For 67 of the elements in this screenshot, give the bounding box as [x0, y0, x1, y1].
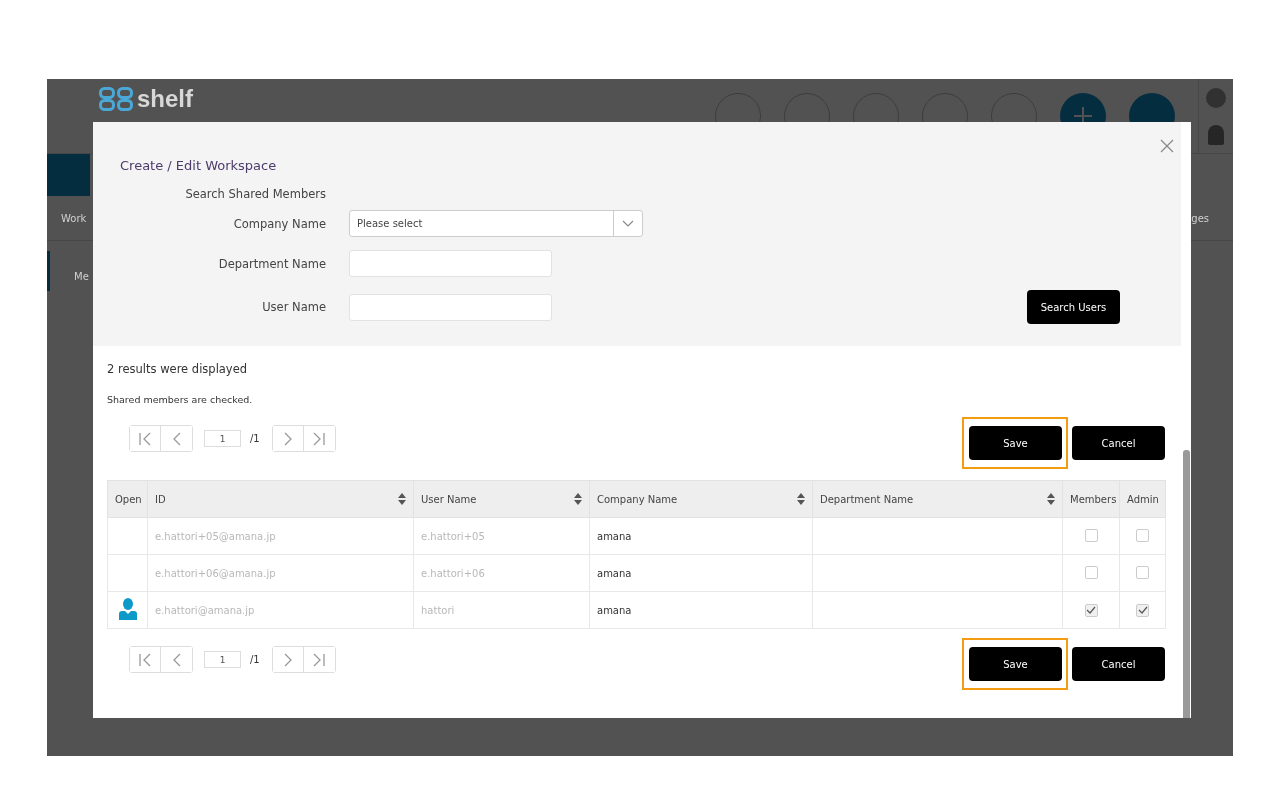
text-field[interactable] — [349, 250, 552, 277]
last-page-icon — [312, 431, 327, 446]
field-label: Company Name — [232, 216, 326, 231]
table-cell: amana — [597, 604, 632, 616]
page-total: /1 — [250, 433, 260, 444]
next-page-icon — [282, 431, 293, 446]
table-cell: e.hattori+05@amana.jp — [155, 530, 276, 542]
column-header[interactable]: User Name — [413, 480, 590, 518]
page-total: /1 — [250, 654, 260, 665]
last-page-icon — [312, 652, 327, 667]
previous-page-icon — [171, 431, 182, 446]
column-header[interactable]: Department Name — [812, 480, 1063, 518]
search-users-button[interactable]: Search Users — [1027, 290, 1120, 324]
column-header: Members — [1062, 480, 1120, 518]
cancel-button[interactable]: Cancel — [1072, 647, 1165, 681]
note-text: Shared members are checked. — [107, 394, 254, 405]
table-cell: e.hattori+06@amana.jp — [155, 567, 276, 579]
workspace-tab[interactable]: Work — [61, 212, 87, 224]
column-header: Open — [107, 480, 148, 518]
first-page-icon — [138, 652, 152, 667]
checkbox[interactable] — [1084, 565, 1098, 579]
field-label: User Name — [261, 300, 326, 314]
field-label: Department Name — [217, 256, 326, 271]
table-cell: e.hattori+06 — [421, 567, 485, 579]
column-header[interactable]: ID — [147, 480, 414, 518]
column-header[interactable]: Company Name — [589, 480, 813, 518]
sort-icon — [398, 493, 406, 505]
tab-label[interactable]: ges — [1191, 212, 1209, 224]
table-cell: amana — [597, 530, 632, 542]
text-field[interactable] — [349, 293, 552, 321]
sort-icon — [574, 493, 582, 505]
page-number-field[interactable]: 1 — [204, 651, 241, 668]
logo-icon — [99, 87, 133, 111]
next-page-button[interactable] — [272, 647, 304, 672]
first-page-button[interactable] — [130, 647, 161, 672]
table-cell: e.hattori+05 — [421, 530, 485, 542]
first-page-icon — [138, 431, 152, 446]
table-cell: amana — [597, 567, 632, 579]
sidebar-item[interactable]: Me — [74, 271, 89, 282]
page-number-field[interactable]: 1 — [204, 430, 241, 447]
column-header: Admin — [1119, 480, 1166, 518]
checkbox[interactable] — [1084, 603, 1098, 617]
table-cell: e.hattori@amana.jp — [155, 604, 255, 616]
dialog-title: Create / Edit Workspace — [120, 158, 278, 173]
checkbox[interactable] — [1136, 565, 1149, 579]
table-cell: hattori — [421, 604, 455, 616]
first-page-button[interactable] — [130, 426, 161, 451]
profile-icon[interactable] — [118, 598, 137, 620]
logo-text: shelf — [137, 85, 193, 113]
previous-page-icon — [171, 652, 182, 667]
close-icon[interactable] — [1160, 139, 1174, 153]
checkbox[interactable] — [1084, 528, 1098, 542]
caret-icon — [622, 219, 634, 228]
next-page-icon — [282, 652, 293, 667]
section-label: Search Shared Members — [184, 187, 326, 201]
save-button[interactable]: Save — [969, 647, 1062, 681]
sort-icon — [1047, 493, 1055, 505]
person-icon[interactable] — [1208, 124, 1224, 145]
scrollbar[interactable] — [1183, 450, 1190, 718]
company-select[interactable]: Please select — [349, 210, 643, 237]
save-button[interactable]: Save — [969, 426, 1062, 460]
next-page-button[interactable] — [272, 426, 304, 451]
sort-icon — [797, 493, 805, 505]
checkbox[interactable] — [1136, 528, 1149, 542]
result-count: 2 results were displayed — [107, 362, 249, 376]
cancel-button[interactable]: Cancel — [1072, 426, 1165, 460]
checkbox[interactable] — [1136, 603, 1149, 617]
